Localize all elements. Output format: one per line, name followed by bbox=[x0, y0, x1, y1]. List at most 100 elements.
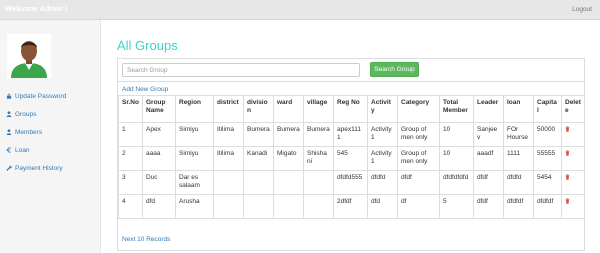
groups-panel: Search Group Add New Group Sr.NoGroup Na… bbox=[117, 58, 585, 251]
table-cell: dfdf bbox=[473, 194, 504, 219]
table-cell: Bumera bbox=[303, 122, 334, 147]
trash-icon[interactable] bbox=[565, 150, 570, 156]
table-cell: 50000 bbox=[533, 122, 562, 147]
table-cell: dfd bbox=[142, 194, 176, 219]
sidebar-item-label: Update Password bbox=[15, 92, 67, 100]
table-cell: 5 bbox=[439, 194, 474, 219]
sidebar-item-update-password[interactable]: Update Password bbox=[6, 87, 98, 105]
table-cell: Migato bbox=[273, 146, 304, 171]
table-cell: Simiyu bbox=[175, 146, 214, 171]
table-cell: aaaa bbox=[142, 146, 176, 171]
column-header: Reg No bbox=[333, 95, 368, 123]
add-new-group-link[interactable]: Add New Group bbox=[122, 86, 168, 93]
table-cell: 2dfdf bbox=[333, 194, 368, 219]
column-header: division bbox=[243, 95, 274, 123]
table-cell: dfdfdfdfd bbox=[439, 170, 474, 195]
wrench-icon bbox=[6, 165, 12, 171]
table-cell bbox=[243, 170, 274, 195]
column-header: Total Member bbox=[439, 95, 474, 123]
sidebar-item-members[interactable]: Members bbox=[6, 123, 98, 141]
column-header: Category bbox=[397, 95, 440, 123]
next-10-records-link[interactable]: Next 10 Records bbox=[122, 236, 170, 243]
table-cell: FOr Hourse bbox=[503, 122, 534, 147]
table-cell: Group of men only bbox=[397, 122, 440, 147]
column-header: loan bbox=[503, 95, 534, 123]
sidebar-item-payment-history[interactable]: Payment History bbox=[6, 159, 98, 177]
table-cell: Shishani bbox=[303, 146, 334, 171]
table-cell: 4 bbox=[118, 194, 143, 219]
column-header: Activity bbox=[367, 95, 398, 123]
table-cell: 55555 bbox=[533, 146, 562, 171]
sidebar-item-groups[interactable]: Groups bbox=[6, 105, 98, 123]
sidebar-nav: Update Password Groups Members Loan Paym… bbox=[6, 87, 98, 177]
table-cell: Duc bbox=[142, 170, 176, 195]
table-cell: 2 bbox=[118, 146, 143, 171]
table-cell: apex1111 bbox=[333, 122, 368, 147]
table-cell: Simiyu bbox=[175, 122, 214, 147]
table-cell: Itilima bbox=[213, 122, 244, 147]
table-cell bbox=[303, 170, 334, 195]
table-cell: Bumera bbox=[273, 122, 304, 147]
table-cell: Activity 1 bbox=[367, 146, 398, 171]
sidebar-item-label: Loan bbox=[15, 146, 30, 154]
sidebar-item-label: Members bbox=[15, 128, 43, 136]
table-cell: 5454 bbox=[533, 170, 562, 195]
table-cell: dfdf bbox=[397, 170, 440, 195]
column-header: Delete bbox=[561, 95, 585, 123]
user-icon bbox=[6, 111, 12, 117]
table-cell: 545 bbox=[333, 146, 368, 171]
table-cell: Arusha bbox=[175, 194, 214, 219]
delete-cell bbox=[561, 146, 585, 171]
table-cell: dfdfdf bbox=[503, 194, 534, 219]
delete-cell bbox=[561, 122, 585, 147]
table-cell: Itilima bbox=[213, 146, 244, 171]
table-row: 2 aaaa Simiyu Itilima Kanadi Migato Shishani 54… bbox=[118, 146, 585, 171]
avatar bbox=[7, 34, 51, 78]
table-cell: dfd bbox=[367, 194, 398, 219]
euro-icon bbox=[6, 147, 12, 153]
table-cell: Kanadi bbox=[243, 146, 274, 171]
table-cell: Activity 1 bbox=[367, 122, 398, 147]
table-cell: dfdfd bbox=[503, 170, 534, 195]
sidebar: Update Password Groups Members Loan Paym… bbox=[0, 20, 101, 253]
delete-cell bbox=[561, 170, 585, 195]
table-cell: 10 bbox=[439, 122, 474, 147]
trash-icon[interactable] bbox=[565, 174, 570, 180]
logout-link[interactable]: Logout bbox=[572, 6, 592, 13]
column-header: ward bbox=[273, 95, 304, 123]
table-cell: dfdf bbox=[473, 170, 504, 195]
table-cell: 3 bbox=[118, 170, 143, 195]
delete-cell bbox=[561, 194, 585, 219]
column-header: Capital bbox=[533, 95, 562, 123]
table-cell: dfdfd555 bbox=[333, 170, 368, 195]
table-row: 4 dfd Arusha 2dfdf dfd df 5 dfdf dfdfdf dfdfdf bbox=[118, 194, 585, 219]
trash-icon[interactable] bbox=[565, 198, 570, 204]
trash-icon[interactable] bbox=[565, 126, 570, 132]
table-cell: 10 bbox=[439, 146, 474, 171]
table-cell: Group of men only bbox=[397, 146, 440, 171]
table-cell: df bbox=[397, 194, 440, 219]
column-header: Sr.No bbox=[118, 95, 143, 123]
search-row: Search Group bbox=[118, 59, 584, 82]
table-cell: Bumera bbox=[243, 122, 274, 147]
table-cell bbox=[273, 170, 304, 195]
table-header-row: Sr.No Group Name Region district division war… bbox=[118, 95, 585, 123]
lock-icon bbox=[6, 93, 12, 99]
welcome-text: Welcome Admin ! bbox=[5, 4, 68, 13]
table-cell: 1 bbox=[118, 122, 143, 147]
column-header: Leader bbox=[473, 95, 504, 123]
table-cell: Apex bbox=[142, 122, 176, 147]
table-cell: aaadf bbox=[473, 146, 504, 171]
groups-table: Sr.No Group Name Region district division war… bbox=[118, 95, 585, 219]
column-header: village bbox=[303, 95, 334, 123]
table-cell bbox=[273, 194, 304, 219]
table-cell bbox=[243, 194, 274, 219]
search-group-button[interactable]: Search Group bbox=[370, 62, 419, 77]
search-input[interactable] bbox=[122, 63, 360, 77]
user-icon bbox=[6, 129, 12, 135]
table-cell: Dar es salaam bbox=[175, 170, 214, 195]
table-cell bbox=[213, 194, 244, 219]
table-row: 3 Duc Dar es salaam dfdfd555 dfdfd dfdf dfdfdf… bbox=[118, 170, 585, 195]
sidebar-item-loan[interactable]: Loan bbox=[6, 141, 98, 159]
column-header: Region bbox=[175, 95, 214, 123]
